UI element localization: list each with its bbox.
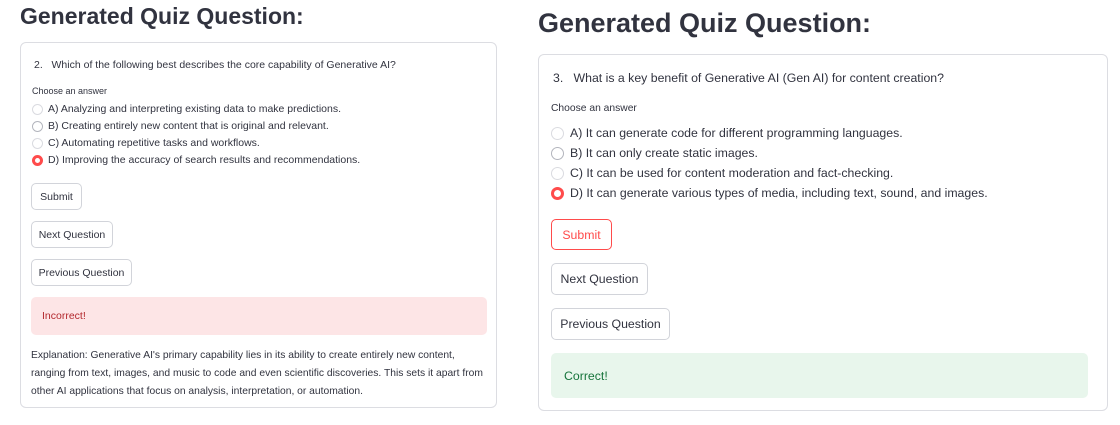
answer-option-c[interactable]: C) Automating repetitive tasks and workf… [32, 137, 260, 149]
quiz-card: 3. What is a key benefit of Generative A… [538, 54, 1108, 411]
radio-icon[interactable] [32, 103, 43, 115]
next-question-button[interactable]: Next Question [551, 263, 648, 295]
answer-option-label: A) It can generate code for different pr… [570, 126, 903, 140]
radio-icon[interactable] [32, 120, 43, 132]
answer-option-a[interactable]: A) It can generate code for different pr… [551, 126, 903, 140]
page-title: Generated Quiz Question: [20, 3, 304, 29]
explanation-text: Explanation: Generative AI's primary cap… [31, 350, 483, 397]
quiz-card: 2. Which of the following best describes… [20, 42, 497, 408]
result-message: Incorrect! [42, 310, 86, 322]
answer-option-d[interactable]: D) Improving the accuracy of search resu… [32, 154, 360, 166]
question-text: 2. Which of the following best describes… [34, 59, 396, 71]
next-question-button[interactable]: Next Question [31, 221, 113, 248]
error-alert: Incorrect! [31, 297, 487, 335]
answer-option-c[interactable]: C) It can be used for content moderation… [551, 166, 893, 180]
submit-button[interactable]: Submit [31, 183, 82, 210]
result-message: Correct! [564, 368, 608, 383]
submit-button[interactable]: Submit [551, 219, 612, 250]
choose-answer-label: Choose an answer [32, 86, 108, 96]
answer-option-label: B) Creating entirely new content that is… [48, 120, 329, 132]
answer-option-d[interactable]: D) It can generate various types of medi… [551, 186, 988, 200]
answer-option-b[interactable]: B) Creating entirely new content that is… [32, 120, 329, 132]
answer-option-label: B) It can only create static images. [570, 146, 758, 160]
page-title: Generated Quiz Question: [538, 8, 872, 38]
radio-selected-icon[interactable] [32, 154, 43, 166]
answer-option-label: D) Improving the accuracy of search resu… [48, 154, 361, 166]
previous-question-button[interactable]: Previous Question [31, 259, 132, 286]
question-text: 3. What is a key benefit of Generative A… [553, 71, 944, 85]
answer-option-label: D) It can generate various types of medi… [570, 186, 988, 200]
previous-question-button[interactable]: Previous Question [551, 308, 670, 340]
answer-option-b[interactable]: B) It can only create static images. [551, 146, 758, 160]
answer-option-label: A) Analyzing and interpreting existing d… [48, 103, 342, 115]
radio-icon[interactable] [32, 137, 43, 149]
success-alert: Correct! [551, 353, 1088, 398]
answer-option-a[interactable]: A) Analyzing and interpreting existing d… [32, 103, 341, 115]
radio-icon[interactable] [551, 146, 564, 160]
answer-option-label: C) It can be used for content moderation… [570, 166, 894, 180]
radio-selected-icon[interactable] [551, 186, 564, 200]
choose-answer-label: Choose an answer [551, 103, 637, 114]
radio-icon[interactable] [551, 166, 564, 180]
radio-icon[interactable] [551, 126, 564, 140]
answer-option-label: C) Automating repetitive tasks and workf… [48, 137, 260, 149]
